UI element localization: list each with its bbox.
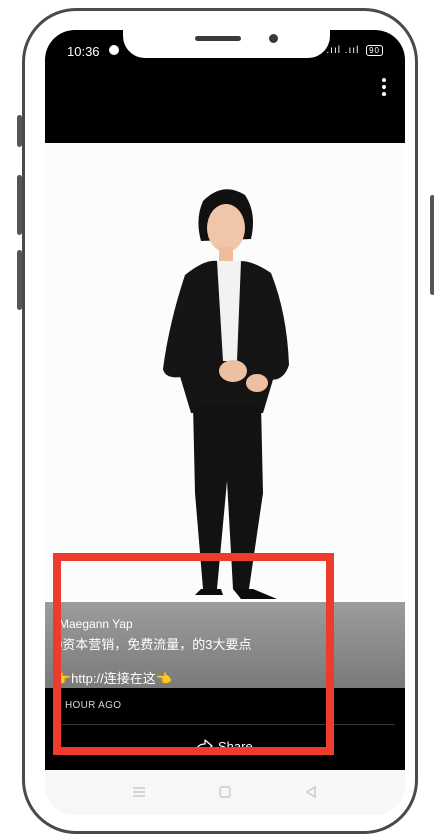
home-icon[interactable]: [215, 782, 235, 802]
post-meta-bar: HOUR AGO Share: [45, 688, 405, 770]
back-icon[interactable]: [301, 782, 321, 802]
signal-icon: .ııl .ııl: [326, 45, 360, 56]
front-camera: [269, 34, 278, 43]
share-button[interactable]: Share: [195, 736, 253, 756]
speaker-grille: [195, 36, 241, 41]
status-time: 10:36: [67, 44, 100, 59]
share-label: Share: [218, 738, 253, 754]
battery-icon: 90: [366, 45, 383, 56]
divider: [59, 724, 395, 725]
post-caption: 0资本营销，免费流量，的3大要点: [55, 637, 252, 652]
post-author[interactable]: Maegann Yap: [59, 617, 133, 631]
navigation-bar: [45, 770, 405, 815]
status-indicators: .ııl .ııl 90: [326, 45, 383, 56]
post-link[interactable]: 👉http://连接在这👈: [55, 668, 172, 687]
app-bar: [45, 70, 405, 143]
share-icon: [195, 739, 213, 753]
notch: [123, 20, 330, 58]
message-icon: [109, 45, 119, 55]
more-options-icon[interactable]: [381, 78, 387, 99]
post-photo[interactable]: [45, 143, 405, 603]
side-key: [430, 195, 434, 295]
post-time-ago: HOUR AGO: [65, 700, 122, 711]
person-illustration: [163, 189, 289, 599]
screen: 10:36 .ııl .ııl 90 Maegann Yap 0资本营销，免费流…: [45, 30, 405, 815]
menu-icon[interactable]: [129, 782, 149, 802]
